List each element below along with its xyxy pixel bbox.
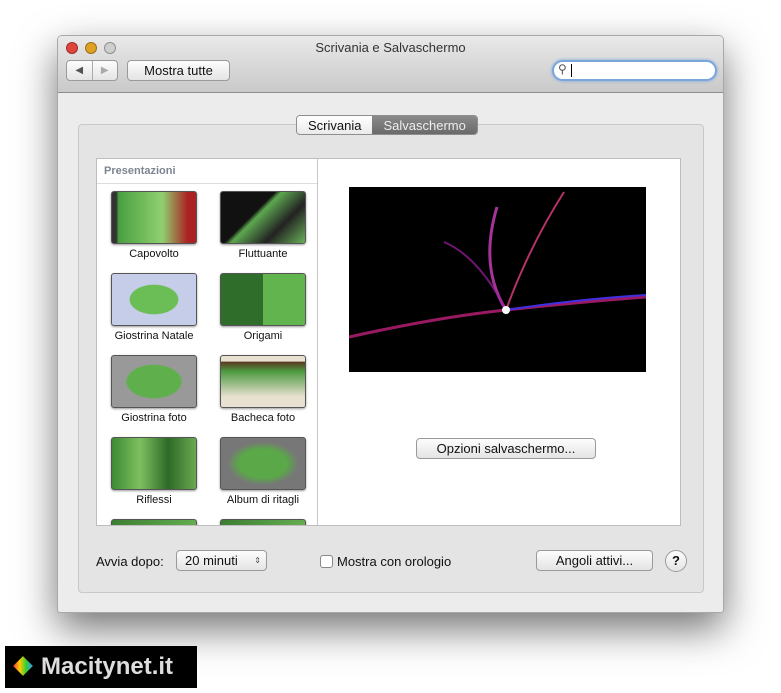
thumbnail [220, 519, 306, 525]
list-item[interactable]: Fluttuante [213, 191, 313, 260]
tab-salvaschermo[interactable]: Salvaschermo [372, 116, 477, 134]
item-label: Giostrina foto [121, 412, 187, 424]
back-button[interactable]: ◀ [67, 61, 93, 80]
watermark-logo: Macitynet.it [5, 646, 197, 688]
list-item[interactable]: Album di ritagli [213, 437, 313, 506]
thumbnail [111, 273, 197, 326]
light-streaks-image [348, 191, 647, 339]
show-clock-checkbox[interactable] [320, 555, 333, 568]
screensaver-preview [348, 187, 647, 372]
item-label: Giostrina Natale [114, 330, 194, 342]
item-label: Riflessi [136, 494, 172, 506]
list-item[interactable]: Giostrina Natale [104, 273, 204, 342]
hot-corners-button[interactable]: Angoli attivi... [536, 550, 653, 571]
list-header: Presentazioni [97, 159, 317, 184]
list-item[interactable]: Origami [213, 273, 313, 342]
list-item[interactable]: Capovolto [104, 191, 204, 260]
item-label: Fluttuante [238, 248, 288, 260]
forward-button[interactable]: ▶ [93, 61, 118, 80]
screensaver-options-button[interactable]: Opzioni salvaschermo... [416, 438, 596, 459]
select-value: 20 minuti [185, 553, 238, 568]
thumbnail [220, 437, 306, 490]
list-item[interactable]: Giostrina foto [104, 355, 204, 424]
list-item[interactable]: Riflessi [104, 437, 204, 506]
start-after-label: Avvia dopo: [96, 554, 164, 569]
thumbnail [111, 437, 197, 490]
start-after-select[interactable]: 20 minuti ⇕ [176, 550, 267, 571]
tab-bar: Scrivania Salvaschermo [296, 115, 478, 135]
item-label: Origami [243, 330, 283, 342]
list-item[interactable] [213, 519, 313, 525]
tab-scrivania[interactable]: Scrivania [297, 116, 373, 134]
nav-buttons: ◀ ▶ [66, 60, 118, 81]
search-input[interactable]: ⚲ [552, 60, 717, 81]
thumbnail [111, 519, 197, 525]
thumbnail [111, 191, 197, 244]
thumbnail [220, 191, 306, 244]
logo-icon [13, 656, 33, 676]
text-cursor [571, 64, 572, 77]
screensaver-panel: Presentazioni Capovolto Fluttuante Giost… [96, 158, 681, 526]
thumbnail [220, 273, 306, 326]
show-all-button[interactable]: Mostra tutte [127, 60, 230, 81]
item-label: Bacheca foto [230, 412, 296, 424]
updown-arrows-icon: ⇕ [254, 556, 261, 565]
preferences-window: Scrivania e Salvaschermo ◀ ▶ Mostra tutt… [57, 35, 724, 613]
watermark-text: Macitynet.it [41, 653, 174, 680]
toolbar: Scrivania e Salvaschermo ◀ ▶ Mostra tutt… [58, 36, 723, 93]
thumbnail [111, 355, 197, 408]
help-button[interactable]: ? [665, 550, 687, 572]
screensaver-list[interactable]: Presentazioni Capovolto Fluttuante Giost… [97, 159, 318, 525]
search-icon: ⚲ [558, 62, 567, 76]
item-label: Capovolto [129, 248, 179, 260]
window-title: Scrivania e Salvaschermo [315, 40, 466, 55]
show-clock-label: Mostra con orologio [337, 554, 452, 569]
thumbnail [220, 355, 306, 408]
item-label: Album di ritagli [226, 494, 300, 506]
list-item[interactable]: Bacheca foto [213, 355, 313, 424]
list-item[interactable] [104, 519, 204, 525]
